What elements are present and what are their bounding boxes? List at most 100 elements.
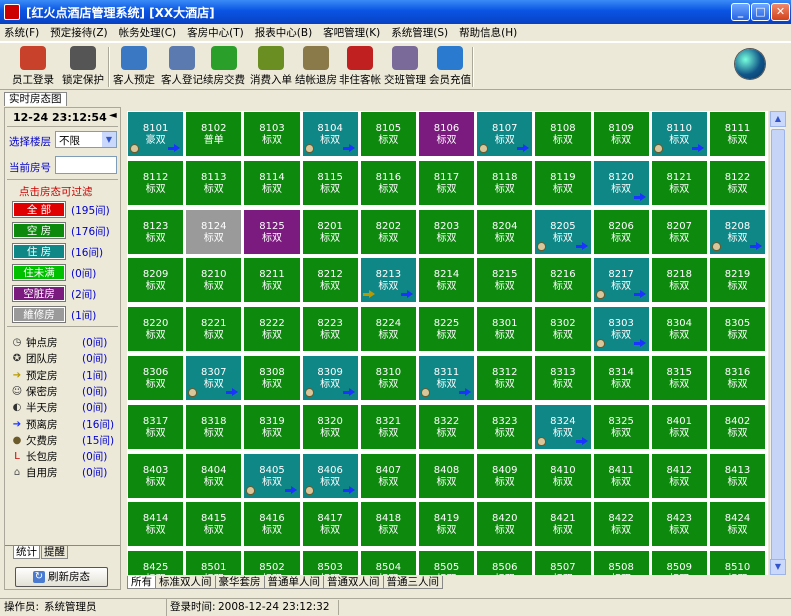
room-8219[interactable]: 8219 标双 [708, 257, 767, 304]
room-type-6[interactable]: ● 欠费房 [11, 433, 58, 448]
room-8305[interactable]: 8305 标双 [708, 306, 767, 353]
room-8501[interactable]: 8501标双 [185, 550, 243, 575]
room-8412[interactable]: 8412 标双 [650, 452, 708, 499]
room-8224[interactable]: 8224 标双 [359, 306, 417, 353]
room-8125[interactable]: 8125 标双 [243, 208, 301, 255]
room-8404[interactable]: 8404 标双 [185, 452, 243, 499]
room-type-4[interactable]: ◐ 半天房 [11, 400, 58, 415]
room-8317[interactable]: 8317 标双 [127, 403, 185, 450]
room-8419[interactable]: 8419 标双 [417, 501, 476, 548]
room-8122[interactable]: 8122 标双 [708, 159, 767, 206]
room-8104[interactable]: 8104 标双 [301, 111, 359, 157]
room-8408[interactable]: 8408 标双 [417, 452, 476, 499]
room-8325[interactable]: 8325 标双 [592, 403, 650, 450]
room-8311[interactable]: 8311 标双 [417, 354, 476, 401]
room-8310[interactable]: 8310 标双 [359, 354, 417, 401]
room-8301[interactable]: 8301 标双 [476, 306, 534, 353]
room-8413[interactable]: 8413 标双 [708, 452, 767, 499]
tab-statistics[interactable]: 统计 [13, 546, 40, 559]
room-type-1[interactable]: ✪ 团队房 [11, 351, 58, 366]
room-8410[interactable]: 8410 标双 [534, 452, 592, 499]
room-8414[interactable]: 8414 标双 [127, 501, 185, 548]
room-8302[interactable]: 8302 标双 [534, 306, 592, 353]
room-8212[interactable]: 8212 标双 [301, 257, 359, 304]
room-8218[interactable]: 8218 标双 [650, 257, 708, 304]
room-8101[interactable]: 8101 豪双 [127, 111, 185, 157]
room-8113[interactable]: 8113 标双 [185, 159, 243, 206]
minimize-button[interactable]: _ [731, 3, 750, 21]
toolbar-button-1[interactable]: 锁定保护 [60, 45, 106, 89]
room-8208[interactable]: 8208 标双 [708, 208, 767, 255]
room-tab-0[interactable]: 所有 [127, 576, 156, 589]
room-8405[interactable]: 8405 标双 [243, 452, 301, 499]
menu-item-5[interactable]: 客吧管理(K) [323, 25, 380, 40]
room-8319[interactable]: 8319 标双 [243, 403, 301, 450]
menu-item-0[interactable]: 系统(F) [4, 25, 39, 40]
room-8220[interactable]: 8220 标双 [127, 306, 185, 353]
scroll-up-icon[interactable]: ▲ [770, 111, 786, 127]
room-8221[interactable]: 8221 标双 [185, 306, 243, 353]
menu-item-7[interactable]: 帮助信息(H) [459, 25, 517, 40]
room-8115[interactable]: 8115 标双 [301, 159, 359, 206]
room-8225[interactable]: 8225 标双 [417, 306, 476, 353]
toolbar-button-7[interactable]: 非住客帐 [339, 45, 381, 89]
room-8105[interactable]: 8105 标双 [359, 111, 417, 157]
room-8509[interactable]: 8509标双 [650, 550, 708, 575]
room-8320[interactable]: 8320 标双 [301, 403, 359, 450]
room-8124[interactable]: 8124 标双 [185, 208, 243, 255]
pin-icon[interactable]: ◄ [109, 110, 117, 121]
room-8111[interactable]: 8111 标双 [708, 111, 767, 157]
room-8324[interactable]: 8324 标双 [534, 403, 592, 450]
chevron-down-icon[interactable]: ▼ [102, 132, 116, 147]
room-8106[interactable]: 8106 标双 [417, 111, 476, 157]
room-8418[interactable]: 8418 标双 [359, 501, 417, 548]
room-8506[interactable]: 8506标双 [476, 550, 534, 575]
room-8121[interactable]: 8121 标双 [650, 159, 708, 206]
room-8203[interactable]: 8203 标双 [417, 208, 476, 255]
room-8223[interactable]: 8223 标双 [301, 306, 359, 353]
room-8421[interactable]: 8421 标双 [534, 501, 592, 548]
room-8504[interactable]: 8504标双 [359, 550, 417, 575]
room-8309[interactable]: 8309 标双 [301, 354, 359, 401]
room-8207[interactable]: 8207 标双 [650, 208, 708, 255]
room-8202[interactable]: 8202 标双 [359, 208, 417, 255]
filter-button-3[interactable]: 住未满 [12, 264, 66, 281]
room-8308[interactable]: 8308 标双 [243, 354, 301, 401]
room-8307[interactable]: 8307 标双 [185, 354, 243, 401]
room-tab-4[interactable]: 普通双人间 [323, 576, 384, 589]
room-8116[interactable]: 8116 标双 [359, 159, 417, 206]
room-8306[interactable]: 8306 标双 [127, 354, 185, 401]
room-tab-2[interactable]: 豪华套房 [214, 576, 265, 589]
room-8214[interactable]: 8214 标双 [417, 257, 476, 304]
room-8102[interactable]: 8102 普单 [185, 111, 243, 157]
toolbar-button-0[interactable]: 员工登录 [10, 45, 56, 89]
room-8409[interactable]: 8409 标双 [476, 452, 534, 499]
room-8318[interactable]: 8318 标双 [185, 403, 243, 450]
refresh-room-status-button[interactable]: ↻ 刷新房态 [15, 567, 108, 587]
room-8323[interactable]: 8323 标双 [476, 403, 534, 450]
toolbar-button-5[interactable]: 消费入单 [249, 45, 293, 89]
vertical-scrollbar[interactable]: ▲ ▼ [769, 111, 786, 575]
filter-button-4[interactable]: 空脏房 [12, 285, 66, 302]
room-8312[interactable]: 8312 标双 [476, 354, 534, 401]
room-8510[interactable]: 8510标双 [708, 550, 767, 575]
room-type-7[interactable]: L 长包房 [11, 449, 57, 464]
room-8425[interactable]: 8425标双 [127, 550, 185, 575]
scroll-down-icon[interactable]: ▼ [770, 559, 786, 575]
room-8109[interactable]: 8109 标双 [592, 111, 650, 157]
room-type-8[interactable]: ⌂ 自用房 [11, 465, 58, 480]
room-8211[interactable]: 8211 标双 [243, 257, 301, 304]
room-tab-1[interactable]: 标准双人间 [155, 576, 216, 589]
room-8216[interactable]: 8216 标双 [534, 257, 592, 304]
room-8423[interactable]: 8423 标双 [650, 501, 708, 548]
room-8217[interactable]: 8217 标双 [592, 257, 650, 304]
room-8314[interactable]: 8314 标双 [592, 354, 650, 401]
room-8502[interactable]: 8502标双 [243, 550, 301, 575]
room-8120[interactable]: 8120 标双 [592, 159, 650, 206]
room-8210[interactable]: 8210 标双 [185, 257, 243, 304]
room-tab-3[interactable]: 普通单人间 [263, 576, 324, 589]
room-type-2[interactable]: ➔ 预定房 [11, 368, 58, 383]
room-8411[interactable]: 8411 标双 [592, 452, 650, 499]
room-8222[interactable]: 8222 标双 [243, 306, 301, 353]
room-8403[interactable]: 8403 标双 [127, 452, 185, 499]
